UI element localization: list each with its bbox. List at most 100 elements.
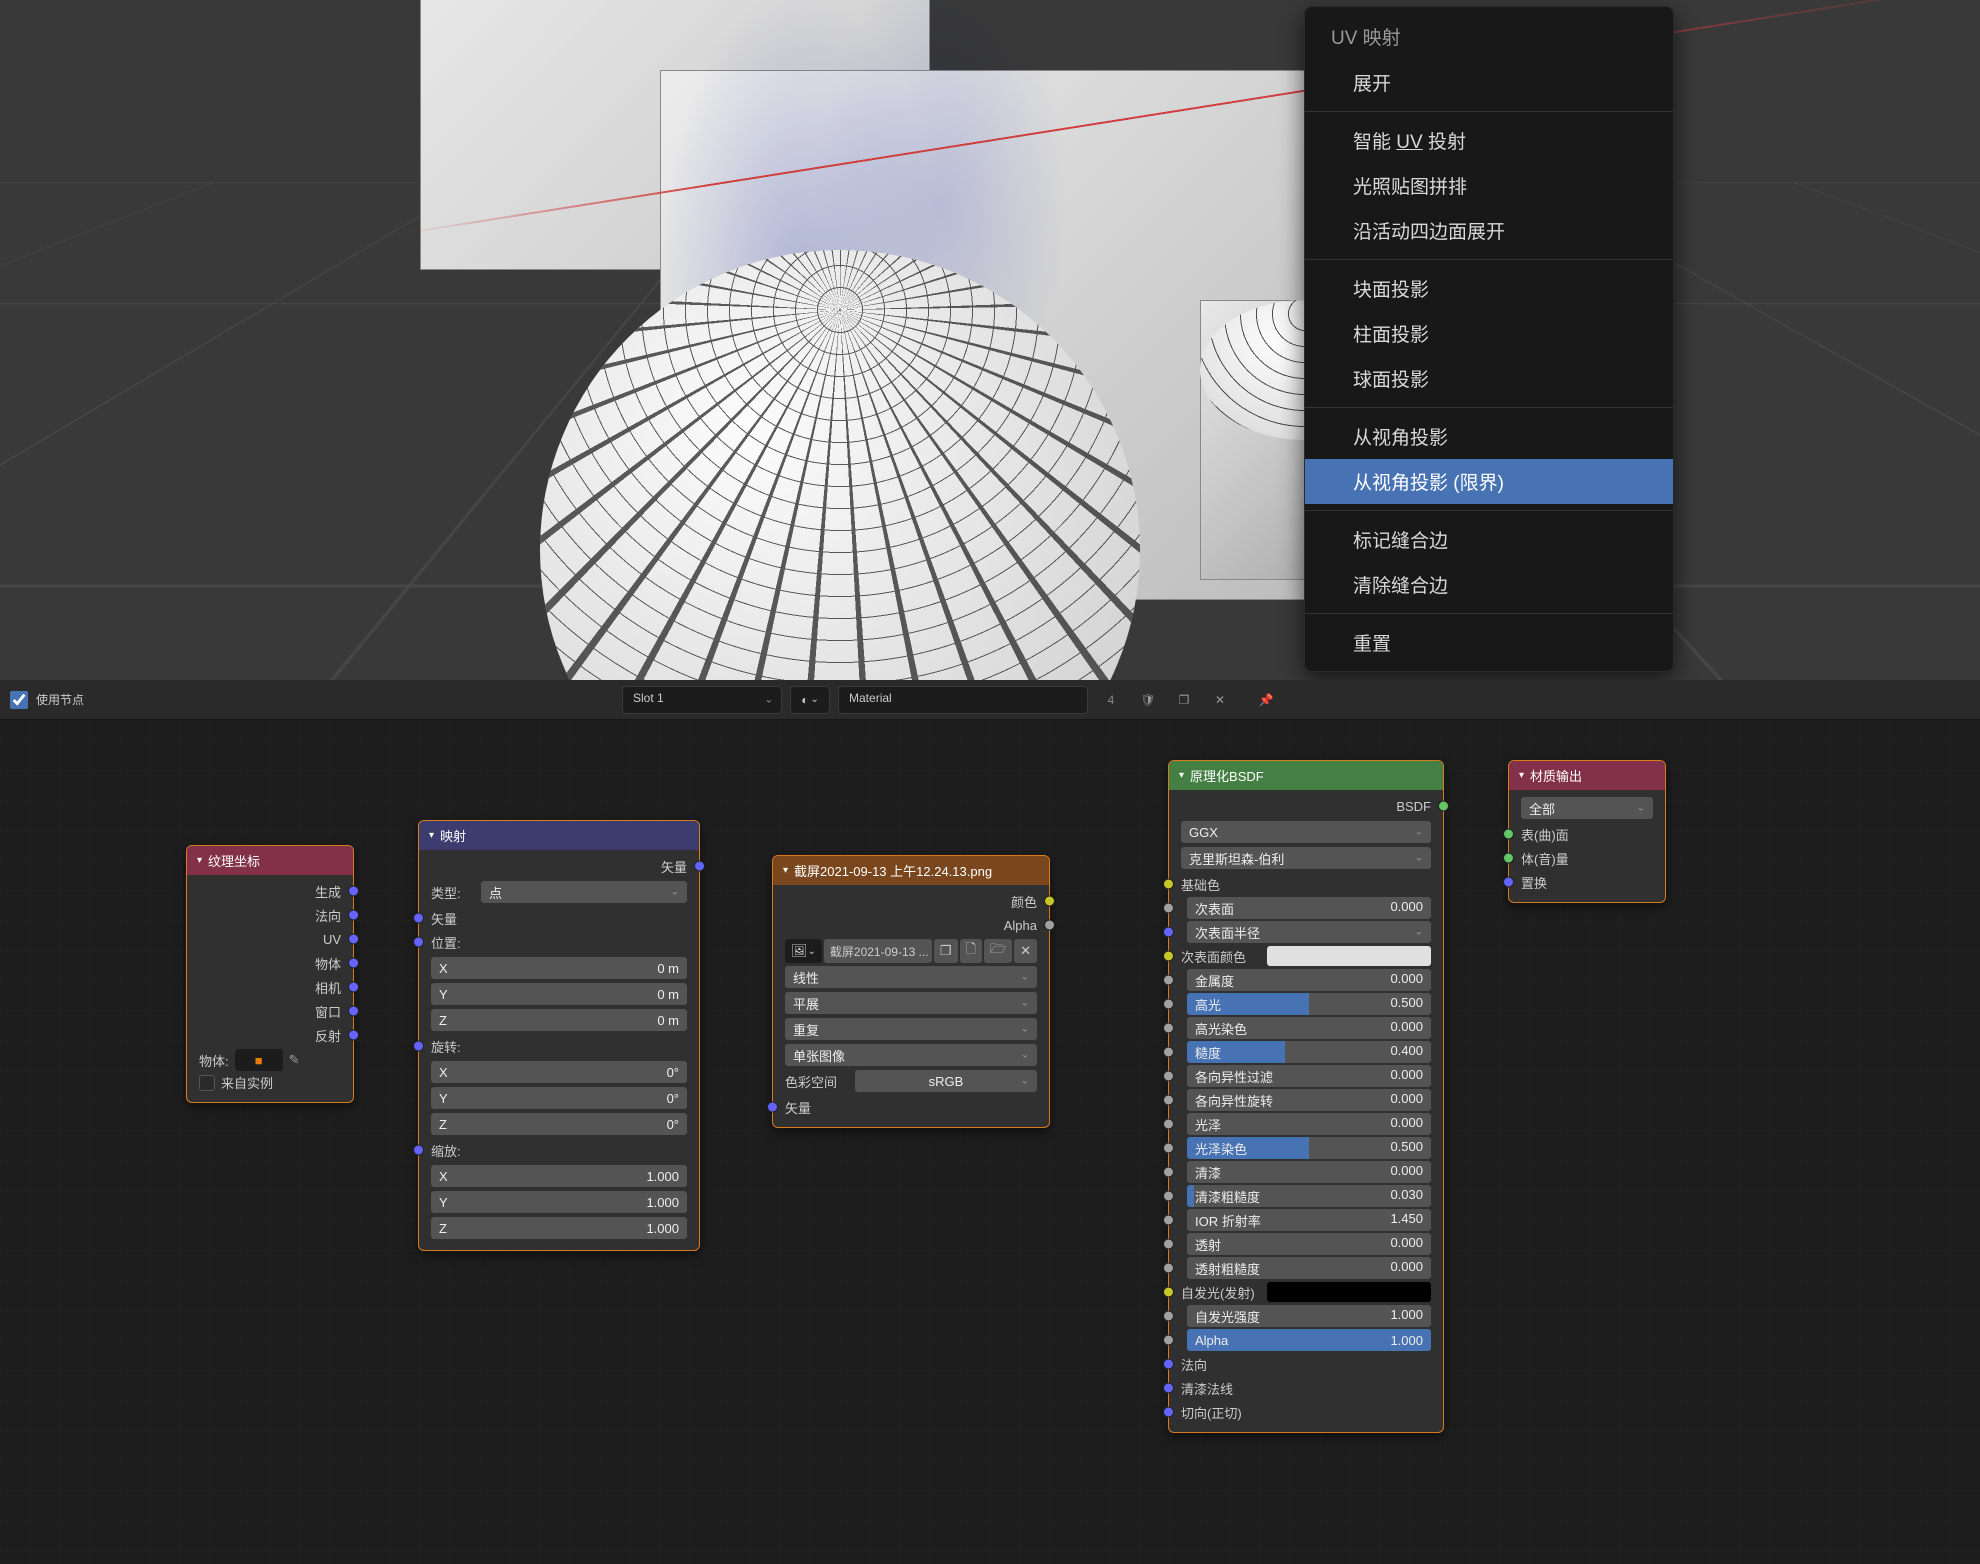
socket-in-高光[interactable]: 高光0.500 (1169, 992, 1443, 1016)
subsurf-method-dropdown[interactable]: 克里斯坦森-伯利⌄ (1181, 847, 1431, 869)
color-swatch[interactable] (1267, 1282, 1431, 1302)
scale-z[interactable]: Z1.000 (431, 1217, 687, 1239)
rot-x[interactable]: X0° (431, 1061, 687, 1083)
value-slider[interactable]: 高光0.500 (1187, 993, 1431, 1015)
remove-image-button[interactable]: ✕ (1014, 939, 1037, 963)
socket-out-bsdf[interactable]: BSDF (1169, 794, 1443, 818)
node-header[interactable]: ▾纹理坐标 (187, 846, 353, 875)
value-slider[interactable]: 金属度0.000 (1187, 969, 1431, 991)
menu-reset[interactable]: 重置 (1305, 620, 1673, 665)
value-slider[interactable]: 各向异性过滤0.000 (1187, 1065, 1431, 1087)
socket-in-清漆[interactable]: 清漆0.000 (1169, 1160, 1443, 1184)
collapse-icon[interactable]: ▾ (1519, 770, 1524, 781)
node-texture-coordinate[interactable]: ▾纹理坐标 生成 法向 UV 物体 相机 窗口 反射 物体: ■ ✎ 来自实例 (186, 845, 354, 1103)
value-slider[interactable]: 次表面0.000 (1187, 897, 1431, 919)
value-slider[interactable]: IOR 折射率1.450 (1187, 1209, 1431, 1231)
socket-out-alpha[interactable]: Alpha (773, 913, 1049, 937)
socket-in-volume[interactable]: 体(音)量 (1509, 846, 1665, 870)
material-user-count[interactable]: 4 (1096, 693, 1126, 707)
socket-in-透射粗糙度[interactable]: 透射粗糙度0.000 (1169, 1256, 1443, 1280)
node-mapping[interactable]: ▾映射 矢量 类型:点⌄ 矢量 位置: X0 m Y0 m Z0 m 旋转: X… (418, 820, 700, 1251)
socket-in-Alpha[interactable]: Alpha1.000 (1169, 1328, 1443, 1352)
socket-in-vector[interactable]: 矢量 (419, 906, 699, 930)
value-slider[interactable]: 透射0.000 (1187, 1233, 1431, 1255)
scale-y[interactable]: Y1.000 (431, 1191, 687, 1213)
socket-in-光泽[interactable]: 光泽0.000 (1169, 1112, 1443, 1136)
loc-y[interactable]: Y0 m (431, 983, 687, 1005)
duplicate-icon[interactable]: ❐ (1170, 686, 1198, 714)
use-nodes-toggle[interactable]: 使用节点 (10, 691, 84, 709)
menu-cylinder-projection[interactable]: 柱面投影 (1305, 311, 1673, 356)
value-slider[interactable]: 透射粗糙度0.000 (1187, 1257, 1431, 1279)
menu-cube-projection[interactable]: 块面投影 (1305, 266, 1673, 311)
socket-in-displacement[interactable]: 置换 (1509, 870, 1665, 894)
socket-in-透射[interactable]: 透射0.000 (1169, 1232, 1443, 1256)
socket-out-vector[interactable]: 矢量 (419, 854, 699, 878)
rot-z[interactable]: Z0° (431, 1113, 687, 1135)
value-slider[interactable]: 糙度0.400 (1187, 1041, 1431, 1063)
pin-icon[interactable]: 📌 (1252, 686, 1280, 714)
projection-dropdown[interactable]: 平展⌄ (785, 992, 1037, 1014)
use-nodes-checkbox[interactable] (10, 691, 28, 709)
value-slider[interactable]: 光泽0.000 (1187, 1113, 1431, 1135)
socket-in-surface[interactable]: 表(曲)面 (1509, 822, 1665, 846)
socket-out-generated[interactable]: 生成 (187, 879, 353, 903)
shader-node-editor[interactable]: 使用节点 Slot 1 ⌄ ◐ ⌄ Material 4 🛡 ❐ ✕ 📌 ▾纹理… (0, 680, 1980, 1564)
socket-in-自发光(发射)[interactable]: 自发光(发射) (1169, 1280, 1443, 1304)
object-picker[interactable]: ■ (235, 1049, 283, 1071)
mapping-type-dropdown[interactable]: 点⌄ (481, 881, 687, 903)
image-browse-button[interactable]: 🖼⌄ (785, 939, 822, 963)
unlink-users-button[interactable]: ❐ (934, 939, 958, 963)
shield-icon[interactable]: 🛡 (1134, 686, 1162, 714)
node-principled-bsdf[interactable]: ▾原理化BSDF BSDF GGX⌄ 克里斯坦森-伯利⌄ 基础色次表面0.000… (1168, 760, 1444, 1433)
rot-y[interactable]: Y0° (431, 1087, 687, 1109)
node-header[interactable]: ▾原理化BSDF (1169, 761, 1443, 790)
extension-dropdown[interactable]: 重复⌄ (785, 1018, 1037, 1040)
viewport-3d[interactable]: UV 映射 展开 智能 UV 投射 光照贴图拼排 沿活动四边面展开 块面投影 柱… (0, 0, 1980, 680)
collapse-icon[interactable]: ▾ (197, 855, 202, 866)
node-material-output[interactable]: ▾材质输出 全部⌄ 表(曲)面 体(音)量 置换 (1508, 760, 1666, 903)
value-slider[interactable]: 光泽染色0.500 (1187, 1137, 1431, 1159)
collapse-icon[interactable]: ▾ (783, 865, 788, 876)
value-slider[interactable]: 各向异性旋转0.000 (1187, 1089, 1431, 1111)
value-slider[interactable]: 高光染色0.000 (1187, 1017, 1431, 1039)
source-dropdown[interactable]: 单张图像⌄ (785, 1044, 1037, 1066)
node-header[interactable]: ▾截屏2021-09-13 上午12.24.13.png (773, 856, 1049, 885)
node-image-texture[interactable]: ▾截屏2021-09-13 上午12.24.13.png 颜色 Alpha 🖼⌄… (772, 855, 1050, 1128)
material-name-field[interactable]: Material (838, 686, 1088, 714)
socket-in-normal[interactable]: 法向 (1169, 1352, 1443, 1376)
socket-out-window[interactable]: 窗口 (187, 999, 353, 1023)
socket-in-location[interactable]: 位置: (419, 930, 699, 954)
value-slider[interactable]: 清漆粗糙度0.030 (1187, 1185, 1431, 1207)
menu-unwrap[interactable]: 展开 (1305, 60, 1673, 105)
new-image-button[interactable]: 🗋 (960, 939, 982, 963)
target-dropdown[interactable]: 全部⌄ (1521, 797, 1653, 819)
socket-out-object[interactable]: 物体 (187, 951, 353, 975)
menu-lightmap-pack[interactable]: 光照贴图拼排 (1305, 163, 1673, 208)
collapse-icon[interactable]: ▾ (1179, 770, 1184, 781)
shading-pref-dropdown[interactable]: ◐ ⌄ (790, 686, 830, 714)
collapse-icon[interactable]: ▾ (429, 830, 434, 841)
socket-in-各向异性旋转[interactable]: 各向异性旋转0.000 (1169, 1088, 1443, 1112)
menu-mark-seam[interactable]: 标记缝合边 (1305, 517, 1673, 562)
color-swatch[interactable] (1267, 946, 1431, 966)
socket-out-normal[interactable]: 法向 (187, 903, 353, 927)
loc-z[interactable]: Z0 m (431, 1009, 687, 1031)
close-icon[interactable]: ✕ (1206, 686, 1234, 714)
socket-in-IOR 折射率[interactable]: IOR 折射率1.450 (1169, 1208, 1443, 1232)
colorspace-dropdown[interactable]: sRGB⌄ (855, 1070, 1037, 1092)
node-header[interactable]: ▾材质输出 (1509, 761, 1665, 790)
socket-in-糙度[interactable]: 糙度0.400 (1169, 1040, 1443, 1064)
socket-in-次表面半径[interactable]: 次表面半径⌄ (1169, 920, 1443, 944)
socket-in-clearcoat-normal[interactable]: 清漆法线 (1169, 1376, 1443, 1400)
socket-in-vector[interactable]: 矢量 (773, 1095, 1049, 1119)
socket-in-次表面颜色[interactable]: 次表面颜色 (1169, 944, 1443, 968)
socket-in-金属度[interactable]: 金属度0.000 (1169, 968, 1443, 992)
socket-in-高光染色[interactable]: 高光染色0.000 (1169, 1016, 1443, 1040)
menu-smart-uv[interactable]: 智能 UV 投射 (1305, 118, 1673, 163)
material-slot-dropdown[interactable]: Slot 1 ⌄ (622, 686, 782, 714)
interpolation-dropdown[interactable]: 线性⌄ (785, 966, 1037, 988)
open-image-button[interactable]: 🗁 (984, 939, 1012, 963)
eyedropper-icon[interactable]: ✎ (289, 1052, 300, 1068)
socket-in-scale[interactable]: 缩放: (419, 1138, 699, 1162)
